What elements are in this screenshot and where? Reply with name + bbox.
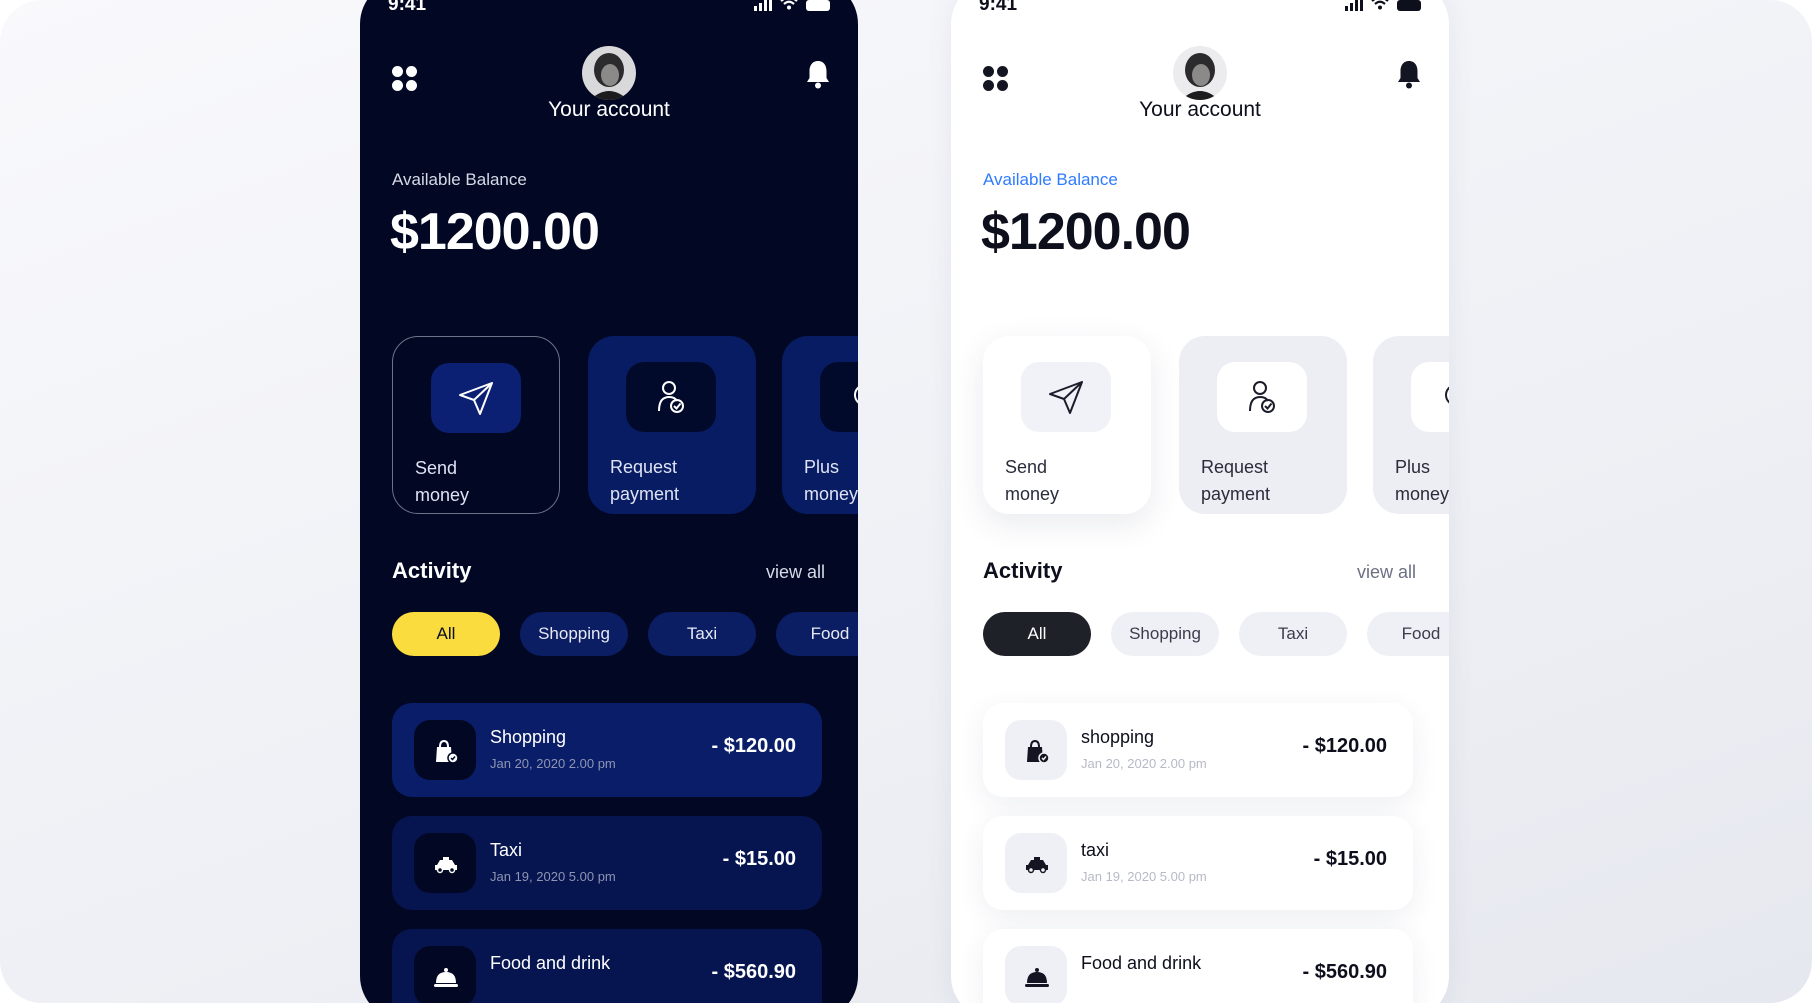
grid-dots-icon[interactable] bbox=[983, 66, 1009, 92]
filter-chip-all[interactable]: All bbox=[392, 612, 500, 656]
send-money-button[interactable]: Send money bbox=[392, 336, 560, 514]
send-money-icon-box bbox=[431, 363, 521, 433]
user-check-icon bbox=[658, 381, 684, 413]
plus-money-label: Plus money bbox=[1395, 457, 1449, 504]
transaction-name: Shopping bbox=[490, 727, 567, 747]
avatar[interactable] bbox=[1173, 46, 1227, 100]
balance-label: Available Balance bbox=[392, 170, 527, 189]
plus-money-icon-box bbox=[1411, 362, 1449, 432]
view-all-link[interactable]: view all bbox=[766, 562, 825, 583]
transaction-name: Food and drink bbox=[1081, 953, 1202, 973]
request-payment-label: Request payment bbox=[1201, 457, 1271, 504]
wifi-icon bbox=[1371, 0, 1389, 10]
balance-amount: $1200.00 bbox=[981, 203, 1191, 261]
transaction-name: Food and drink bbox=[490, 953, 611, 973]
transaction-row[interactable]: Taxi Jan 19, 2020 5.00 pm - $15.00 bbox=[392, 816, 822, 910]
page-title: Your account bbox=[1139, 98, 1261, 121]
activity-title: Activity bbox=[392, 558, 472, 583]
transaction-amount: - $15.00 bbox=[1313, 848, 1387, 870]
page-title: Your account bbox=[548, 98, 670, 121]
request-payment-button[interactable]: Request payment bbox=[1179, 336, 1347, 514]
filter-chips: All Shopping Taxi Food bbox=[983, 612, 1449, 658]
food-cloche-icon bbox=[434, 968, 458, 987]
quick-actions: Send money Request payment Plus money bbox=[392, 336, 858, 516]
transaction-name: Taxi bbox=[490, 840, 523, 860]
transaction-row[interactable]: Food and drink - $560.90 bbox=[392, 929, 822, 1003]
transaction-icon-box bbox=[1005, 720, 1067, 780]
user-check-icon bbox=[1249, 381, 1275, 413]
transaction-row[interactable]: Food and drink - $560.90 bbox=[983, 929, 1413, 1003]
status-time: 9:41 bbox=[979, 0, 1018, 15]
request-payment-icon-box bbox=[1217, 362, 1307, 432]
food-cloche-icon bbox=[1025, 968, 1049, 987]
wifi-icon bbox=[780, 0, 798, 10]
signal-icon bbox=[1345, 0, 1363, 11]
transaction-amount: - $15.00 bbox=[722, 848, 796, 870]
balance-label: Available Balance bbox=[983, 170, 1118, 189]
filter-chip-taxi[interactable]: Taxi bbox=[648, 612, 756, 656]
request-payment-button[interactable]: Request payment bbox=[588, 336, 756, 514]
transaction-icon-box bbox=[414, 946, 476, 1003]
send-money-button[interactable]: Send money bbox=[983, 336, 1151, 514]
transaction-date: Jan 20, 2020 2.00 pm bbox=[1081, 756, 1207, 771]
transaction-row[interactable]: taxi Jan 19, 2020 5.00 pm - $15.00 bbox=[983, 816, 1413, 910]
avatar[interactable] bbox=[582, 46, 636, 100]
plus-money-icon bbox=[854, 386, 858, 404]
transaction-icon-box bbox=[414, 720, 476, 780]
balance-amount: $1200.00 bbox=[390, 203, 600, 261]
shopping-bag-icon bbox=[436, 739, 459, 764]
filter-chip-shopping[interactable]: Shopping bbox=[520, 612, 628, 656]
filter-chips: All Shopping Taxi Food bbox=[392, 612, 858, 658]
dark-phone-screen: 9:41 Your account Available Balance $120… bbox=[360, 0, 858, 1003]
paper-plane-icon bbox=[459, 382, 493, 415]
transaction-name: shopping bbox=[1081, 727, 1155, 747]
filter-chip-all[interactable]: All bbox=[983, 612, 1091, 656]
page-background: 9:41 Your account Available Balance $120… bbox=[0, 0, 1812, 1003]
shopping-bag-icon bbox=[1027, 739, 1050, 764]
plus-money-icon bbox=[1445, 386, 1449, 404]
filter-chip-shopping[interactable]: Shopping bbox=[1111, 612, 1219, 656]
status-bar: 9:41 bbox=[388, 0, 830, 16]
transaction-row[interactable]: Shopping Jan 20, 2020 2.00 pm - $120.00 bbox=[392, 703, 822, 797]
activity-title: Activity bbox=[983, 558, 1063, 583]
plus-money-label: Plus money bbox=[804, 457, 858, 504]
battery-icon bbox=[806, 0, 830, 11]
transaction-name: taxi bbox=[1081, 840, 1110, 860]
transaction-date: Jan 20, 2020 2.00 pm bbox=[490, 756, 616, 771]
transaction-row[interactable]: shopping Jan 20, 2020 2.00 pm - $120.00 bbox=[983, 703, 1413, 797]
transaction-amount: - $120.00 bbox=[1302, 735, 1387, 757]
battery-icon bbox=[1397, 0, 1421, 11]
transaction-date: Jan 19, 2020 5.00 pm bbox=[1081, 869, 1207, 884]
transaction-date: Jan 19, 2020 5.00 pm bbox=[490, 869, 616, 884]
grid-dots-icon[interactable] bbox=[392, 66, 418, 92]
transaction-amount: - $560.90 bbox=[1302, 961, 1387, 983]
plus-money-icon-box bbox=[820, 362, 858, 432]
request-payment-icon-box bbox=[626, 362, 716, 432]
bell-icon[interactable] bbox=[804, 58, 832, 90]
transaction-amount: - $120.00 bbox=[711, 735, 796, 757]
send-money-icon-box bbox=[1021, 362, 1111, 432]
light-phone-screen: 9:41 Your account Available Balance $120… bbox=[951, 0, 1449, 1003]
transaction-icon-box bbox=[414, 833, 476, 893]
status-bar: 9:41 bbox=[979, 0, 1421, 16]
send-money-label: Send money bbox=[1005, 457, 1060, 504]
view-all-link[interactable]: view all bbox=[1357, 562, 1416, 583]
paper-plane-icon bbox=[1049, 381, 1083, 414]
bell-icon[interactable] bbox=[1395, 58, 1423, 90]
taxi-icon bbox=[435, 857, 457, 874]
plus-money-button[interactable]: Plus money bbox=[1373, 336, 1449, 514]
transaction-icon-box bbox=[1005, 946, 1067, 1003]
filter-chip-taxi[interactable]: Taxi bbox=[1239, 612, 1347, 656]
send-money-label: Send money bbox=[415, 458, 470, 505]
request-payment-label: Request payment bbox=[610, 457, 680, 504]
signal-icon bbox=[754, 0, 772, 11]
taxi-icon bbox=[1026, 857, 1048, 874]
status-time: 9:41 bbox=[388, 0, 427, 15]
transaction-icon-box bbox=[1005, 833, 1067, 893]
quick-actions: Send money Request payment Plus money bbox=[983, 336, 1449, 516]
filter-chip-food[interactable]: Food bbox=[1367, 612, 1449, 656]
plus-money-button[interactable]: Plus money bbox=[782, 336, 858, 514]
filter-chip-food[interactable]: Food bbox=[776, 612, 858, 656]
transaction-amount: - $560.90 bbox=[711, 961, 796, 983]
